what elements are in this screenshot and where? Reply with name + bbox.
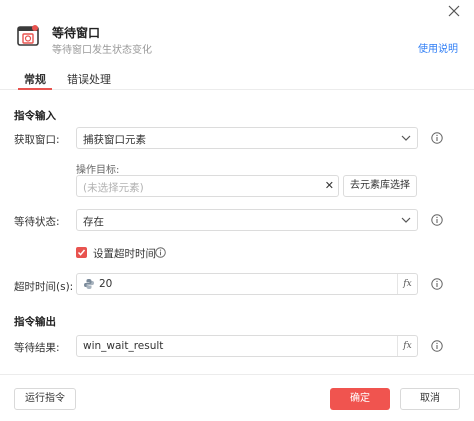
close-icon[interactable] [446,3,462,19]
section-title-input: 指令输入 [14,110,56,122]
section-title-output: 指令输出 [14,316,56,328]
get-window-select[interactable]: 捕获窗口元素 [76,127,418,149]
op-target-label: 操作目标: [76,165,120,176]
clear-icon[interactable]: ✕ [325,179,334,192]
footer-divider [0,374,474,375]
op-target-placeholder: (未选择元素) [83,182,144,194]
chevron-down-icon [401,217,411,223]
wait-state-value: 存在 [83,216,104,228]
result-label: 等待结果: [14,342,60,354]
tab-error-handling[interactable]: 错误处理 [67,71,111,87]
info-icon[interactable] [431,278,443,290]
get-window-label: 获取窗口: [14,134,60,146]
tab-bar: 常规 错误处理 [0,66,474,90]
wait-state-label: 等待状态: [14,216,60,228]
get-window-value: 捕获窗口元素 [83,134,146,146]
info-icon[interactable] [431,214,443,226]
info-icon[interactable] [431,340,443,352]
run-instruction-button[interactable]: 运行指令 [14,388,76,410]
fx-button[interactable]: fx [397,274,417,294]
python-icon [84,279,94,289]
info-icon[interactable] [431,132,443,144]
check-icon [77,249,86,256]
wait-state-select[interactable]: 存在 [76,209,418,231]
result-value: win_wait_result [83,340,164,352]
timeout-input[interactable]: 20 fx [76,273,418,295]
fx-button[interactable]: fx [397,336,417,356]
dialog-subtitle: 等待窗口发生状态变化 [52,45,152,56]
timeout-checkbox-label: 设置超时时间 [93,248,156,260]
window-clock-icon [17,25,39,46]
chevron-down-icon [401,135,411,141]
ok-button[interactable]: 确定 [330,388,390,410]
op-target-input[interactable]: (未选择元素) ✕ [76,175,339,197]
dialog-title: 等待窗口 [52,26,101,40]
timeout-checkbox[interactable] [76,247,87,258]
tab-general[interactable]: 常规 [24,71,46,87]
active-tab-indicator [18,88,52,90]
cancel-button[interactable]: 取消 [400,388,460,410]
element-library-button[interactable]: 去元素库选择 [343,175,417,197]
timeout-label: 超时时间(s): [14,281,74,293]
help-link[interactable]: 使用说明 [418,40,458,55]
timeout-value: 20 [99,278,113,290]
info-icon[interactable] [155,247,166,258]
result-variable-input[interactable]: win_wait_result fx [76,335,418,357]
